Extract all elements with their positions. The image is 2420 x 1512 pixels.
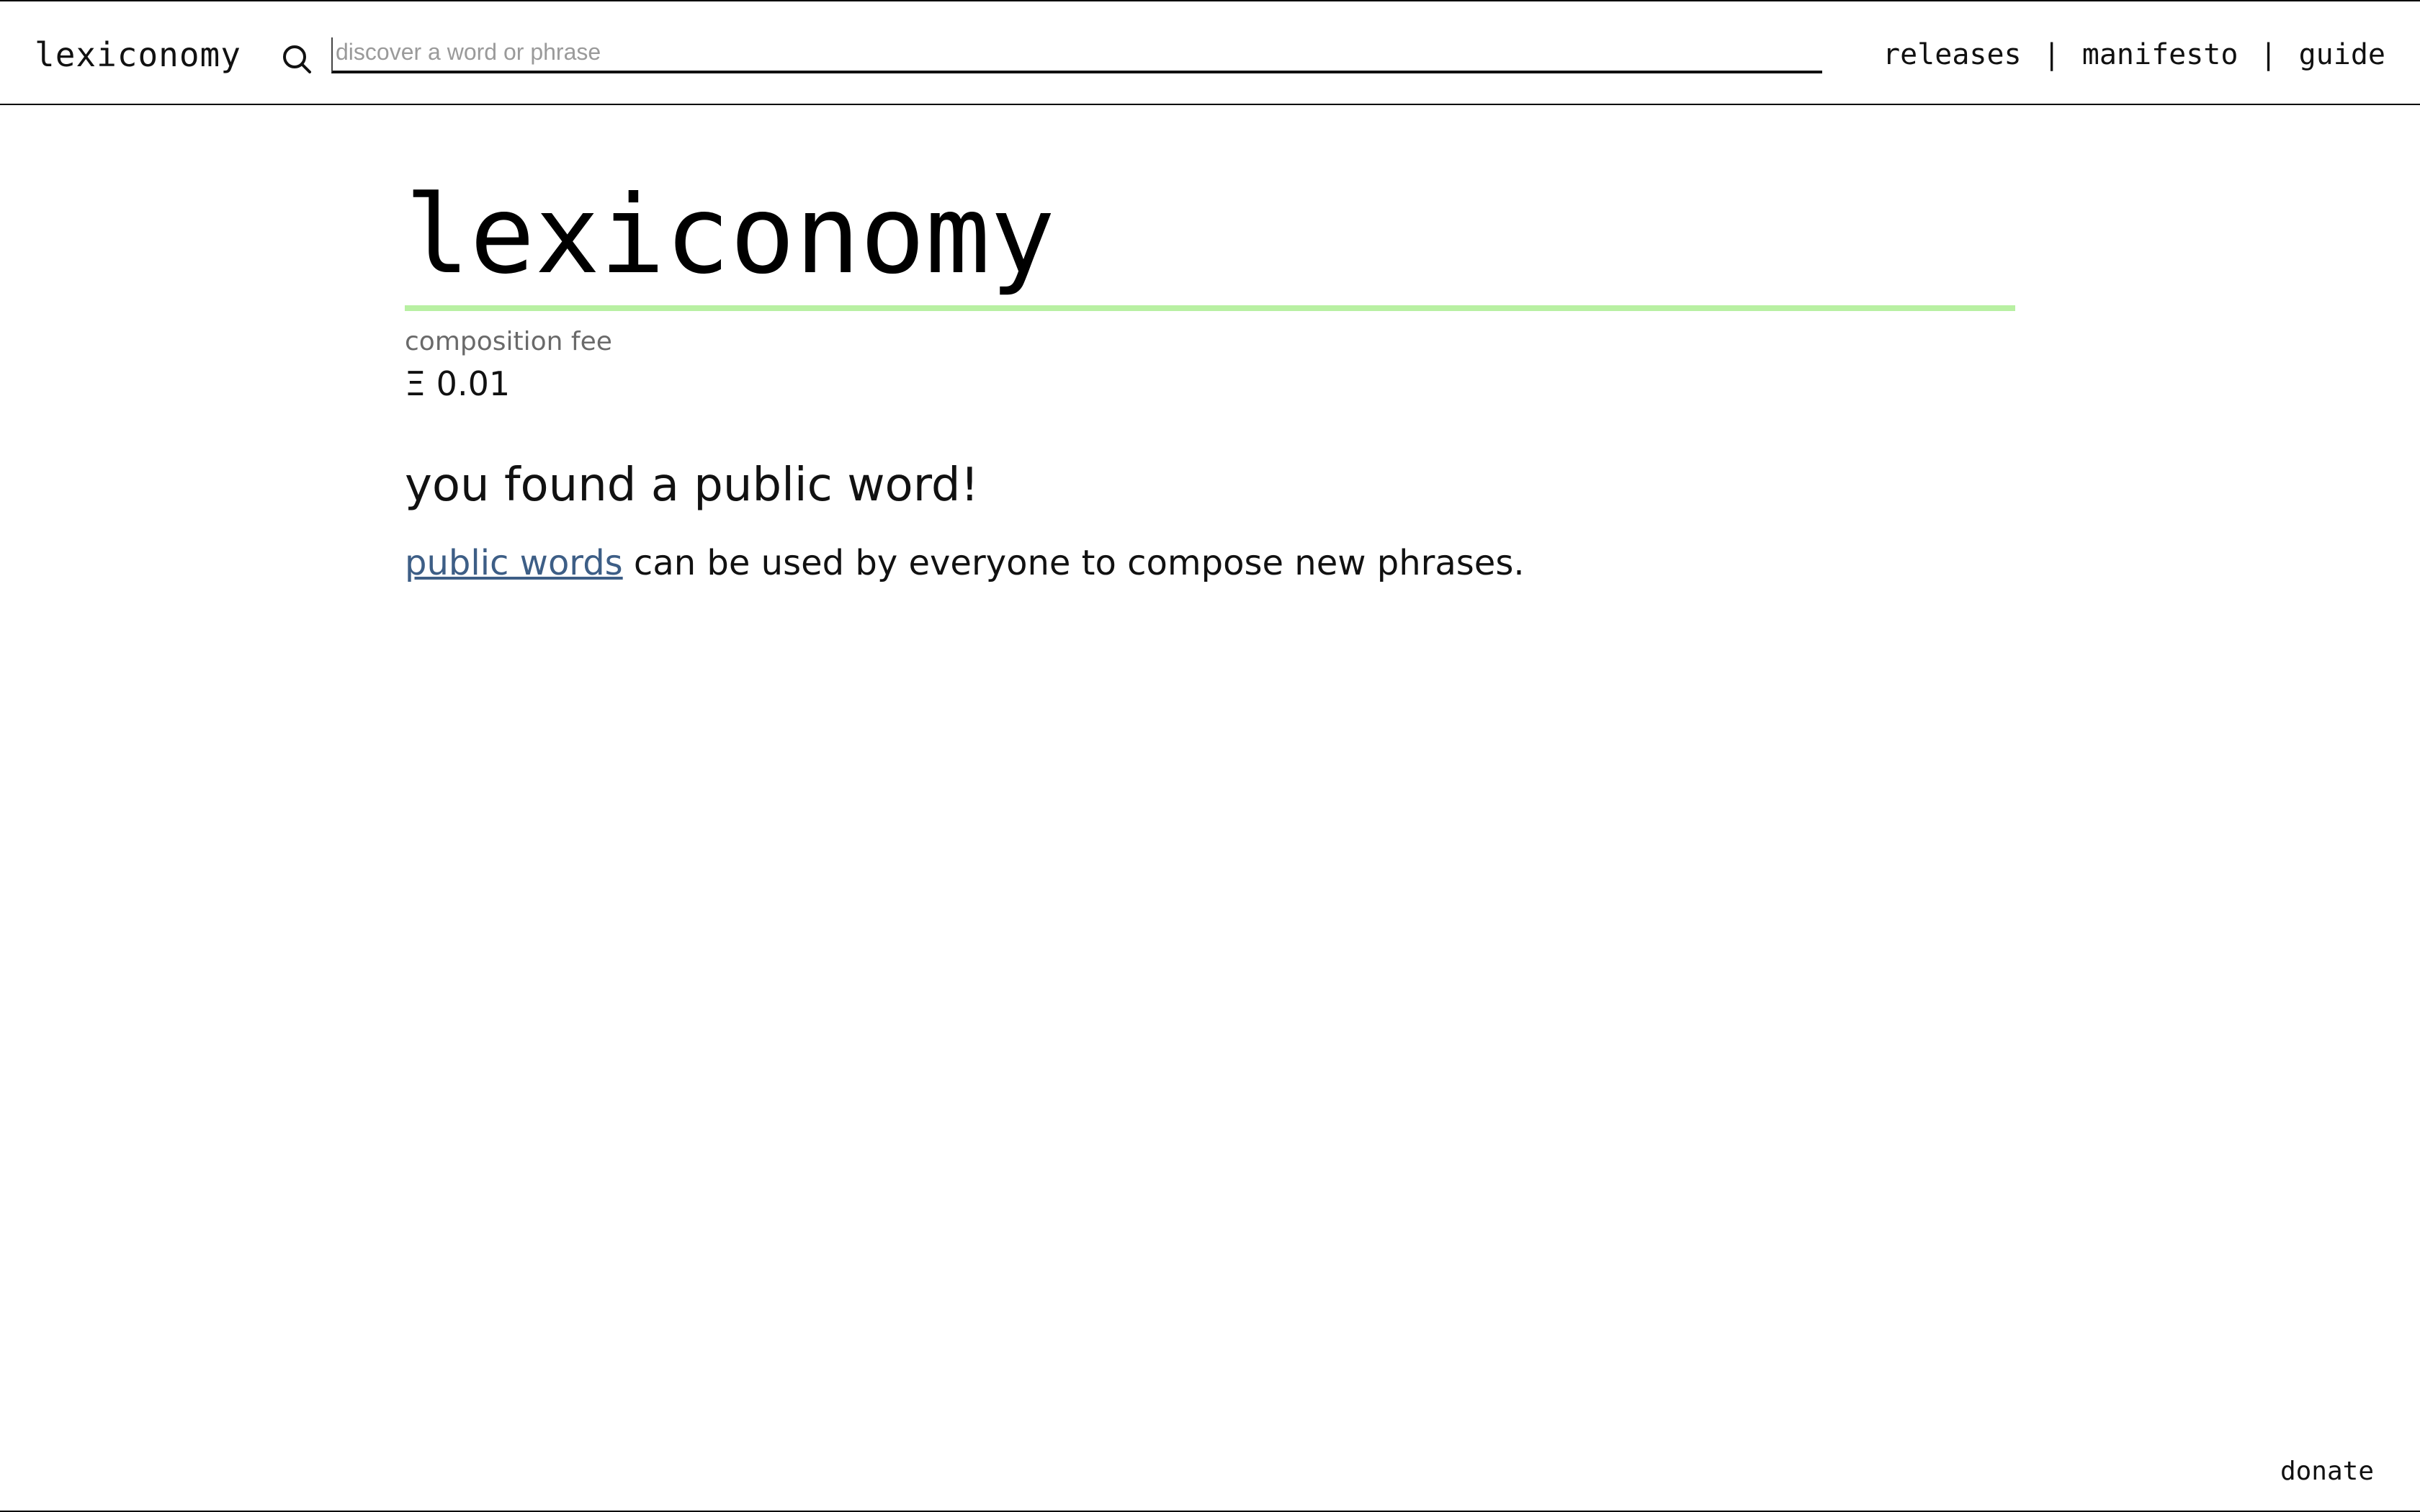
nav-releases-link[interactable]: releases: [1883, 38, 2022, 71]
nav-manifesto-link[interactable]: manifesto: [2082, 38, 2238, 71]
accent-divider: [405, 305, 2015, 311]
public-word-heading: you found a public word!: [405, 459, 980, 512]
description-text: can be used by everyone to compose new p…: [622, 543, 1525, 583]
top-bar: lexiconomy releases | manifesto | guide: [0, 1, 2420, 105]
public-words-link[interactable]: public words: [405, 543, 623, 583]
donate-link[interactable]: donate: [2280, 1457, 2374, 1486]
composition-fee-value: Ξ 0.01: [405, 364, 511, 403]
search-icon[interactable]: [281, 43, 313, 75]
public-word-description: public words can be used by everyone to …: [405, 540, 2015, 586]
top-nav: releases | manifesto | guide: [1883, 33, 2385, 76]
word-detail: lexiconomy composition fee Ξ 0.01 you fo…: [405, 174, 2015, 621]
nav-guide-link[interactable]: guide: [2299, 38, 2385, 71]
nav-separator: |: [2043, 38, 2061, 71]
search-input[interactable]: [331, 37, 1822, 73]
word-title: lexiconomy: [405, 173, 1056, 298]
nav-separator: |: [2259, 38, 2277, 71]
composition-fee-label: composition fee: [405, 327, 612, 356]
brand-logo-link[interactable]: lexiconomy: [35, 33, 241, 76]
